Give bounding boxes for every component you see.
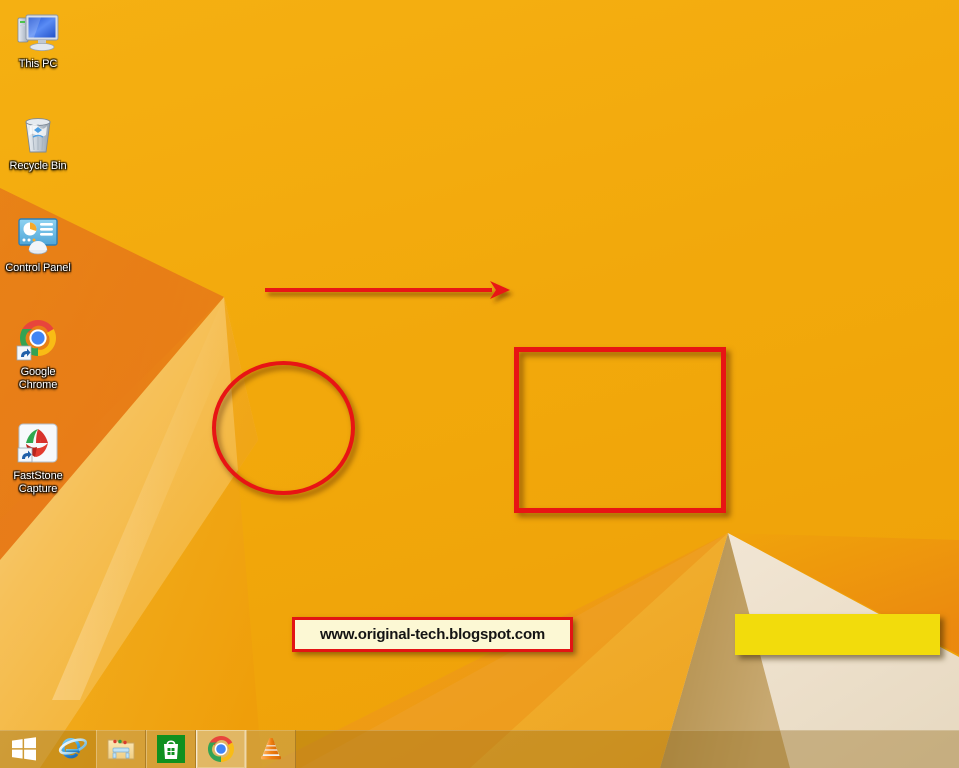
desktop-icon-faststone-capture[interactable]: FastStone Capture (0, 420, 76, 495)
yellow-highlight-annotation (735, 614, 940, 655)
desktop-icon-label: Recycle Bin (9, 160, 67, 172)
url-text-annotation: www.original-tech.blogspot.com (292, 617, 573, 652)
control-panel-icon (14, 212, 62, 260)
vlc-cone-icon (257, 735, 285, 763)
taskbar-vlc-button[interactable] (246, 730, 296, 768)
desktop-icon-label: FastStone Capture (13, 470, 63, 495)
red-arrow-annotation (258, 268, 520, 308)
windows-logo-icon (11, 736, 37, 762)
red-circle-annotation (212, 361, 355, 495)
desktop-icon-recycle-bin[interactable]: Recycle Bin (0, 110, 76, 173)
desktop-icon-control-panel[interactable]: Control Panel (0, 212, 76, 275)
desktop[interactable]: This PC Recycle Bin Control Panel Google… (0, 0, 959, 768)
red-rectangle-annotation (514, 347, 726, 513)
desktop-icon-label: This PC (18, 58, 58, 70)
faststone-icon (14, 420, 62, 468)
taskbar-store-button[interactable] (146, 730, 196, 768)
internet-explorer-icon (57, 734, 87, 764)
chrome-icon (207, 735, 235, 763)
trash-icon (14, 110, 62, 158)
taskbar-start-button[interactable] (0, 730, 48, 768)
desktop-icon-this-pc[interactable]: This PC (0, 8, 76, 71)
url-text: www.original-tech.blogspot.com (319, 626, 546, 643)
folder-icon (106, 735, 136, 763)
taskbar-google-chrome-button[interactable] (196, 730, 246, 768)
computer-icon (14, 8, 62, 56)
taskbar-file-explorer-button[interactable] (96, 730, 146, 768)
store-bag-icon (157, 735, 185, 763)
chrome-icon (14, 316, 62, 364)
taskbar[interactable] (0, 730, 959, 768)
desktop-icon-label: Google Chrome (18, 366, 58, 391)
desktop-icon-google-chrome[interactable]: Google Chrome (0, 316, 76, 391)
taskbar-internet-explorer-button[interactable] (48, 730, 96, 768)
desktop-icon-label: Control Panel (5, 262, 71, 274)
